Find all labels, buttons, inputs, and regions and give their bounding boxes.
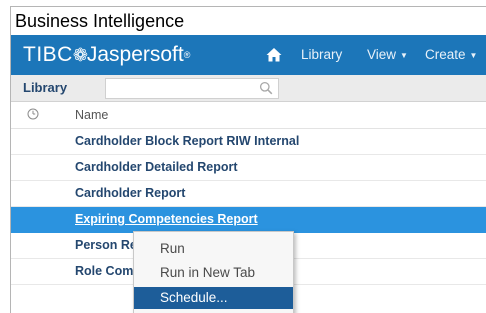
- menu-item-run[interactable]: Run: [134, 238, 293, 260]
- logo-tibco-text: TIBC: [23, 43, 73, 66]
- library-toolbar: Library: [11, 75, 486, 102]
- top-navigation-bar: TIBC❁Jaspersoft® Library View ▼ Create ▼: [11, 35, 486, 75]
- logo-jaspersoft-text: Jaspersoft: [86, 43, 184, 66]
- list-item[interactable]: Cardholder Detailed Report: [11, 155, 486, 181]
- app-window: Business Intelligence TIBC❁Jaspersoft® L…: [10, 6, 486, 313]
- clock-icon[interactable]: [27, 108, 39, 120]
- nav-view-label: View: [367, 47, 397, 62]
- context-menu: Run Run in New Tab Schedule...: [133, 231, 294, 313]
- report-link[interactable]: Cardholder Block Report RIW Internal: [75, 129, 299, 154]
- chevron-down-icon: ▼: [400, 51, 408, 60]
- nav-library-label: Library: [301, 47, 343, 62]
- nav-create-menu[interactable]: Create ▼: [425, 35, 477, 75]
- list-item-selected[interactable]: Expiring Competencies Report: [11, 207, 486, 233]
- chevron-down-icon: ▼: [469, 51, 478, 60]
- report-link[interactable]: Cardholder Detailed Report: [75, 155, 238, 180]
- search-box[interactable]: [105, 78, 279, 99]
- search-input[interactable]: [108, 80, 248, 95]
- report-link[interactable]: Expiring Competencies Report: [75, 207, 258, 232]
- list-item[interactable]: Cardholder Report: [11, 181, 486, 207]
- app-title: Business Intelligence: [15, 11, 185, 31]
- report-link[interactable]: Cardholder Report: [75, 181, 185, 206]
- logo-mark-icon: ❁: [72, 45, 88, 65]
- library-heading: Library: [23, 80, 68, 95]
- nav-view-menu[interactable]: View ▼: [367, 35, 408, 75]
- name-column-header[interactable]: Name: [75, 102, 108, 128]
- menu-item-schedule[interactable]: Schedule...: [134, 287, 293, 309]
- jaspersoft-logo: TIBC❁Jaspersoft®: [23, 42, 190, 68]
- list-header: Name: [11, 102, 486, 129]
- nav-create-label: Create: [425, 47, 466, 62]
- list-item[interactable]: Cardholder Block Report RIW Internal: [11, 129, 486, 155]
- logo-registered-mark: ®: [183, 50, 191, 60]
- nav-library[interactable]: Library: [301, 35, 342, 75]
- home-icon[interactable]: [265, 46, 283, 64]
- search-icon[interactable]: [259, 81, 273, 95]
- menu-item-run-in-new-tab[interactable]: Run in New Tab: [134, 262, 293, 284]
